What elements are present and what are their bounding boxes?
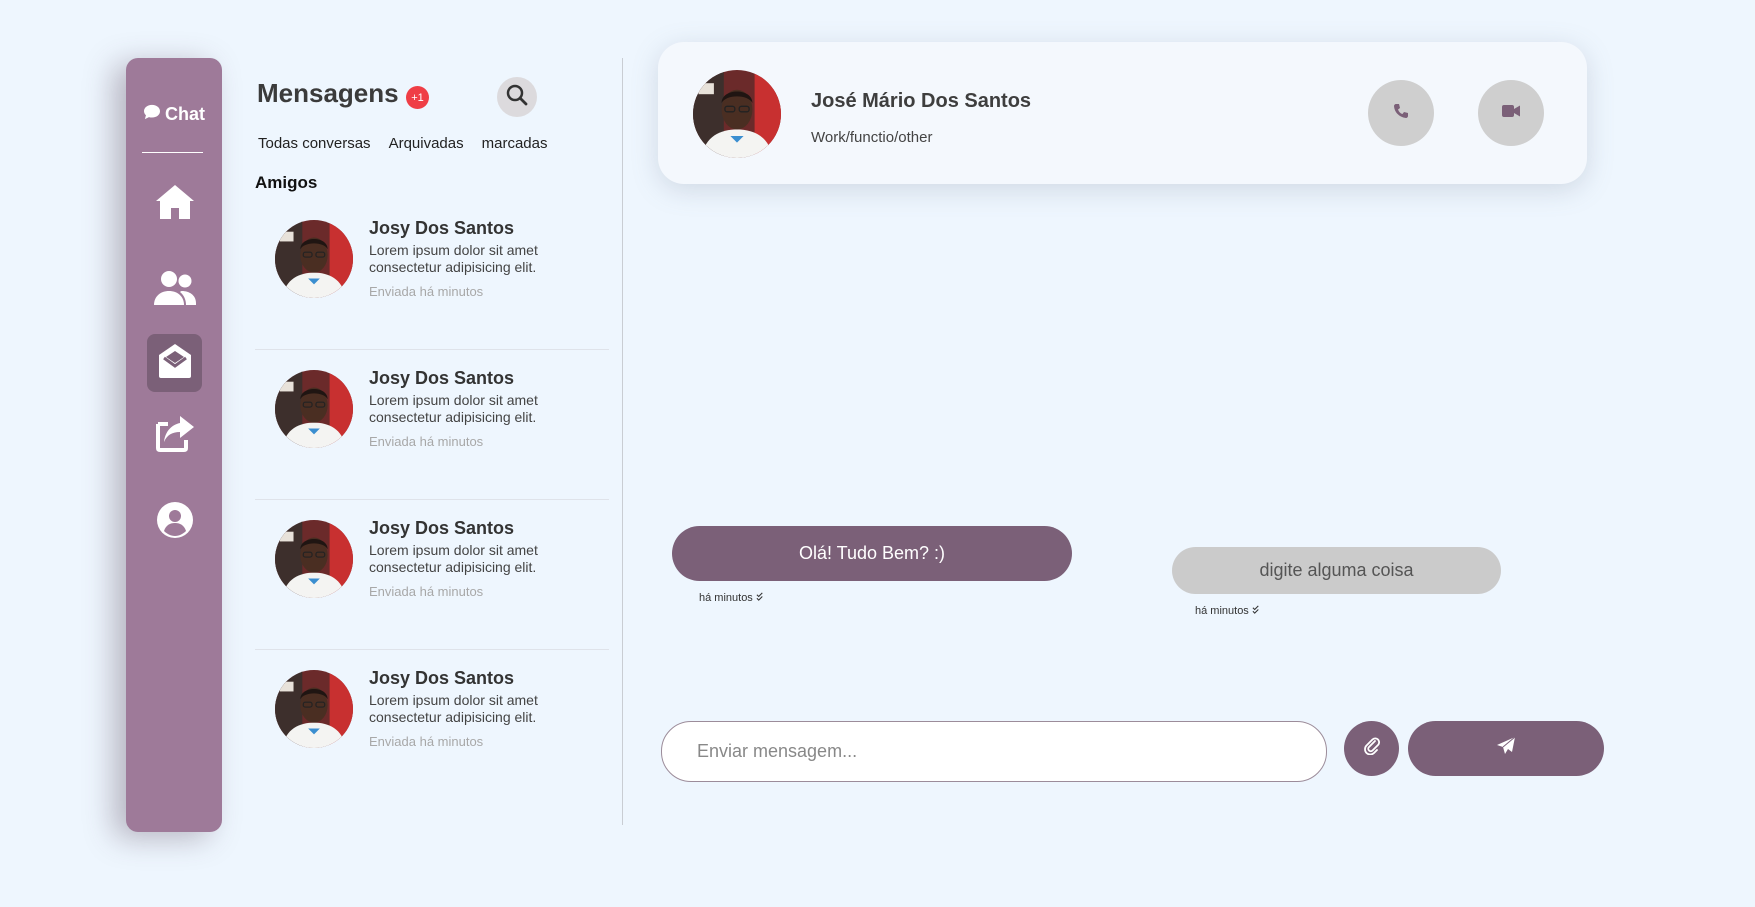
unread-badge: +1	[406, 86, 429, 109]
conversation-filters: Todas conversas Arquivadas marcadas	[258, 135, 547, 152]
conversation-time: Enviada há minutos	[369, 284, 484, 299]
conversation-item[interactable]: Josy Dos Santos Lorem ipsum dolor sit am…	[255, 500, 609, 650]
conversation-item[interactable]: Josy Dos Santos Lorem ipsum dolor sit am…	[255, 650, 609, 800]
sidebar-item-friends[interactable]	[147, 261, 202, 319]
outgoing-message-time: há minutos	[699, 592, 765, 604]
chat-brand-label: Chat	[165, 104, 205, 124]
outgoing-message: Olá! Tudo Bem? :)	[672, 526, 1072, 581]
user-circle-icon	[156, 501, 194, 544]
phone-icon	[1393, 103, 1409, 124]
paperclip-icon	[1363, 737, 1380, 760]
sidebar-divider	[142, 152, 203, 153]
conversation-preview: Lorem ipsum dolor sit amet consectetur a…	[369, 392, 538, 425]
chat-brand[interactable]: Chat	[126, 104, 222, 125]
conversation-time: Enviada há minutos	[369, 734, 484, 749]
filter-archived[interactable]: Arquivadas	[389, 135, 464, 152]
conversation-preview: Lorem ipsum dolor sit amet consectetur a…	[369, 542, 538, 575]
conversation-list-panel: Mensagens +1 Todas conversas Arquivadas …	[252, 58, 612, 828]
envelope-open-icon	[156, 342, 194, 385]
conversation-preview: Lorem ipsum dolor sit amet consectetur a…	[369, 242, 538, 275]
sidebar-item-share[interactable]	[147, 406, 202, 464]
sidebar-item-home[interactable]	[147, 175, 202, 233]
incoming-message-time: há minutos	[1195, 605, 1261, 617]
send-icon	[1496, 736, 1516, 761]
video-call-button[interactable]	[1478, 80, 1544, 146]
message-input[interactable]	[661, 721, 1327, 782]
conversation-preview: Lorem ipsum dolor sit amet consectetur a…	[369, 692, 538, 725]
message-time-label: há minutos	[1195, 605, 1249, 617]
conversation-name: Josy Dos Santos	[369, 668, 515, 688]
panel-divider	[622, 58, 623, 825]
contact-avatar[interactable]	[693, 70, 781, 158]
conversation-item[interactable]: Josy Dos Santos Lorem ipsum dolor sit am…	[255, 200, 609, 350]
incoming-message: digite alguma coisa	[1172, 547, 1501, 594]
home-icon	[154, 182, 196, 227]
avatar	[275, 220, 353, 298]
double-check-icon	[1252, 605, 1261, 617]
conversation-time: Enviada há minutos	[369, 434, 484, 449]
double-check-icon	[756, 592, 765, 604]
avatar	[275, 370, 353, 448]
conversation-item[interactable]: Josy Dos Santos Lorem ipsum dolor sit am…	[255, 350, 609, 500]
voice-call-button[interactable]	[1368, 80, 1434, 146]
sidebar-item-profile[interactable]	[147, 493, 202, 551]
chat-bubble-icon	[143, 104, 161, 125]
chat-header: José Mário Dos Santos Work/functio/other	[658, 42, 1587, 184]
contact-name: José Mário Dos Santos	[811, 90, 1032, 112]
video-camera-icon	[1502, 104, 1520, 123]
sidebar: Chat	[126, 58, 222, 832]
sidebar-item-messages[interactable]	[147, 334, 202, 392]
conversation-name: Josy Dos Santos	[369, 518, 515, 538]
avatar	[275, 520, 353, 598]
filter-starred[interactable]: marcadas	[482, 135, 548, 152]
avatar	[275, 670, 353, 748]
search-button[interactable]	[497, 77, 537, 117]
search-icon	[506, 84, 528, 111]
users-icon	[152, 269, 198, 312]
attach-button[interactable]	[1344, 721, 1399, 776]
conversation-name: Josy Dos Santos	[369, 218, 515, 238]
share-icon	[154, 414, 196, 457]
friends-section-label: Amigos	[255, 173, 318, 192]
message-time-label: há minutos	[699, 592, 753, 604]
conversation-name: Josy Dos Santos	[369, 368, 515, 388]
messages-title: Mensagens	[257, 78, 399, 108]
contact-subtitle: Work/functio/other	[811, 129, 933, 146]
filter-all[interactable]: Todas conversas	[258, 135, 371, 152]
send-button[interactable]	[1408, 721, 1604, 776]
conversation-time: Enviada há minutos	[369, 584, 484, 599]
